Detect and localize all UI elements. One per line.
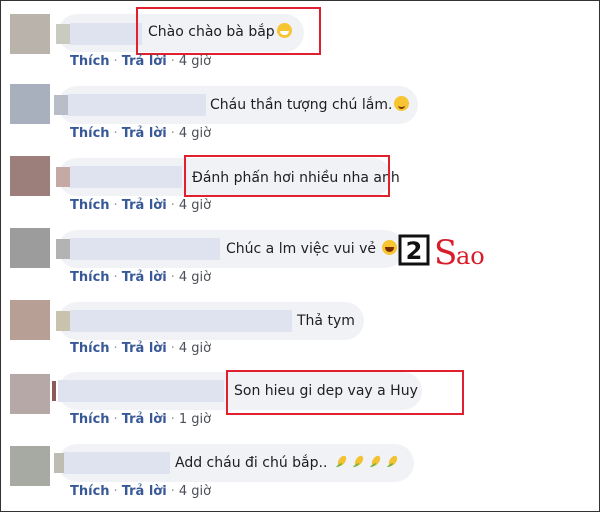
like-link[interactable]: Thích bbox=[70, 270, 110, 285]
reply-link[interactable]: Trả lời bbox=[122, 412, 167, 427]
comment-actions: Thích · Trả lời · 4 giờ bbox=[70, 54, 212, 69]
commenter-name-blurred[interactable] bbox=[56, 167, 70, 187]
commenter-name-blurred[interactable] bbox=[64, 452, 170, 474]
comment-timestamp[interactable]: 4 giờ bbox=[179, 270, 211, 285]
svg-text:ao: ao bbox=[456, 242, 485, 270]
corn-emoji-icon bbox=[335, 455, 347, 468]
reply-link[interactable]: Trả lời bbox=[122, 341, 167, 356]
corn-emoji-icon bbox=[386, 455, 398, 468]
like-link[interactable]: Thích bbox=[70, 412, 110, 427]
avatar[interactable] bbox=[10, 228, 50, 268]
avatar[interactable] bbox=[10, 84, 50, 124]
like-link[interactable]: Thích bbox=[70, 341, 110, 356]
commenter-name-blurred[interactable] bbox=[70, 166, 182, 188]
avatar[interactable] bbox=[10, 156, 50, 196]
commenter-name-blurred[interactable] bbox=[56, 311, 70, 331]
comment-timestamp[interactable]: 4 giờ bbox=[179, 198, 211, 213]
highlight-box bbox=[136, 7, 321, 55]
comment-actions: Thích · Trả lời · 4 giờ bbox=[70, 126, 212, 141]
comment-timestamp[interactable]: 4 giờ bbox=[179, 126, 211, 141]
comment-actions: Thích · Trả lời · 1 giờ bbox=[70, 412, 212, 427]
commenter-name-blurred[interactable] bbox=[68, 94, 206, 116]
reply-link[interactable]: Trả lời bbox=[122, 126, 167, 141]
comment-text: Thả tym bbox=[297, 313, 355, 329]
commenter-name-blurred[interactable] bbox=[58, 380, 224, 402]
commenter-name-blurred[interactable] bbox=[54, 453, 64, 473]
reply-link[interactable]: Trả lời bbox=[122, 484, 167, 499]
commenter-name-blurred[interactable] bbox=[52, 381, 56, 401]
svg-text:2: 2 bbox=[406, 237, 423, 265]
avatar[interactable] bbox=[10, 374, 50, 414]
like-link[interactable]: Thích bbox=[70, 484, 110, 499]
comment-text: Add cháu đi chú bắp.. bbox=[175, 453, 400, 473]
comment-timestamp[interactable]: 4 giờ bbox=[179, 484, 211, 499]
laughing-emoji-icon bbox=[382, 240, 398, 255]
commenter-name-blurred[interactable] bbox=[56, 239, 70, 259]
comment-text: Cháu thần tượng chú lắm. bbox=[210, 95, 410, 115]
avatar[interactable] bbox=[10, 14, 50, 54]
svg-text:S: S bbox=[434, 233, 457, 273]
like-link[interactable]: Thích bbox=[70, 54, 110, 69]
commenter-name-blurred[interactable] bbox=[70, 23, 142, 45]
comment-actions: Thích · Trả lời · 4 giờ bbox=[70, 341, 212, 356]
2sao-logo: 2 S ao bbox=[398, 233, 485, 273]
smile-emoji-icon bbox=[394, 96, 410, 111]
highlight-box bbox=[226, 370, 464, 415]
comment-timestamp[interactable]: 4 giờ bbox=[179, 54, 211, 69]
comment-actions: Thích · Trả lời · 4 giờ bbox=[70, 270, 212, 285]
corn-emoji-icon bbox=[369, 455, 381, 468]
reply-link[interactable]: Trả lời bbox=[122, 54, 167, 69]
avatar[interactable] bbox=[10, 446, 50, 486]
reply-link[interactable]: Trả lời bbox=[122, 270, 167, 285]
like-link[interactable]: Thích bbox=[70, 126, 110, 141]
commenter-name-blurred[interactable] bbox=[70, 310, 292, 332]
comment-actions: Thích · Trả lời · 4 giờ bbox=[70, 484, 212, 499]
commenter-name-blurred[interactable] bbox=[56, 24, 70, 44]
comment-actions: Thích · Trả lời · 4 giờ bbox=[70, 198, 212, 213]
reply-link[interactable]: Trả lời bbox=[122, 198, 167, 213]
commenter-name-blurred[interactable] bbox=[54, 95, 68, 115]
comment-timestamp[interactable]: 1 giờ bbox=[179, 412, 211, 427]
comment-timestamp[interactable]: 4 giờ bbox=[179, 341, 211, 356]
avatar[interactable] bbox=[10, 300, 50, 340]
highlight-box bbox=[184, 155, 390, 197]
like-link[interactable]: Thích bbox=[70, 198, 110, 213]
corn-emoji-icon bbox=[352, 455, 364, 468]
commenter-name-blurred[interactable] bbox=[70, 238, 220, 260]
comment-text: Chúc a lm việc vui vẻ bbox=[226, 239, 398, 259]
